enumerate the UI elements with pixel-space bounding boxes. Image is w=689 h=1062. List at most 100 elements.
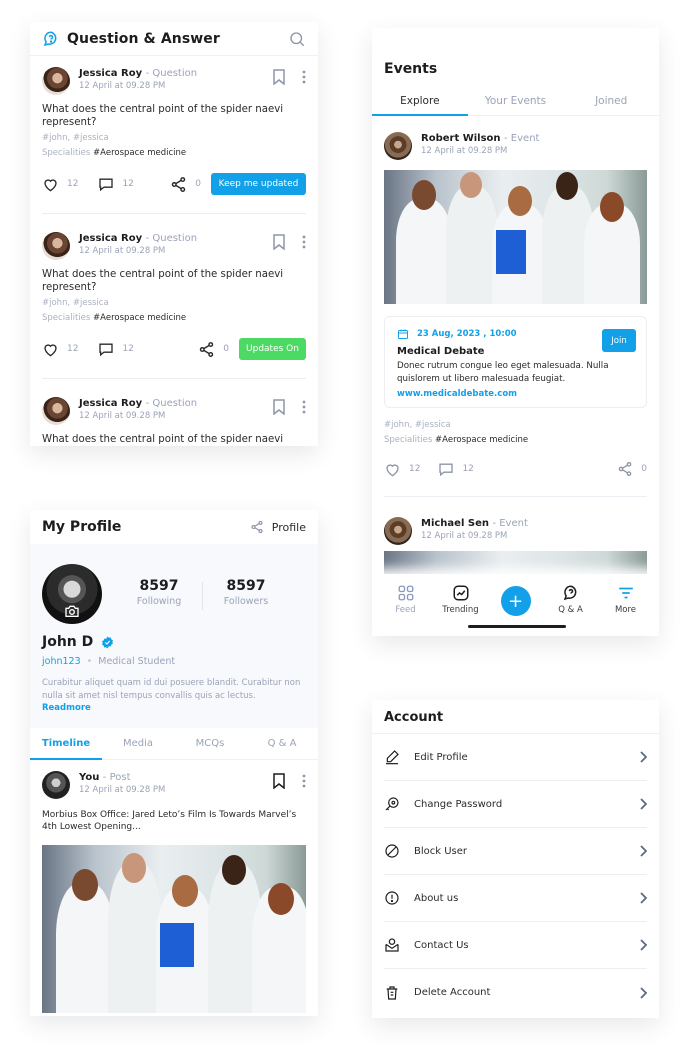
author-name[interactable]: Jessica Roy <box>79 68 142 79</box>
keep-me-updated-button[interactable]: Keep me updated <box>211 173 306 195</box>
profile-avatar[interactable] <box>42 564 102 624</box>
profile-info: 8597 Following 8597 Followers John D joh… <box>30 544 318 728</box>
comment-button[interactable]: 12 <box>98 177 134 192</box>
tab-joined[interactable]: Joined <box>563 90 659 115</box>
avatar[interactable] <box>42 232 70 260</box>
avatar[interactable] <box>42 397 70 425</box>
bookmark-icon[interactable] <box>272 234 286 250</box>
post-time: 12 April at 09.28 PM <box>79 81 166 91</box>
nav-add[interactable]: + <box>491 584 541 616</box>
profile-tabs: Timeline Media MCQs Q & A <box>30 728 318 760</box>
chevron-right-icon <box>639 845 647 857</box>
profile-handle[interactable]: john123 <box>42 656 81 667</box>
tab-timeline[interactable]: Timeline <box>30 728 102 760</box>
share-button[interactable]: 0 <box>617 461 647 477</box>
tab-your-events[interactable]: Your Events <box>468 90 564 115</box>
event-post: Robert Wilson - Event 12 April at 09.28 … <box>384 132 647 591</box>
speciality-value[interactable]: #Aerospace medicine <box>93 148 186 158</box>
comment-button[interactable]: 12 <box>98 342 134 357</box>
event-photo[interactable] <box>384 170 647 304</box>
account-item-delete-account[interactable]: Delete Account <box>384 969 647 1016</box>
speciality-value[interactable]: #Aerospace medicine <box>93 313 186 323</box>
more-vertical-icon[interactable] <box>302 774 306 788</box>
events-card: Events Explore Your Events Joined Robert… <box>372 28 659 636</box>
question-post: Jessica Roy - Question 12 April at 09.28… <box>30 214 318 379</box>
avatar[interactable] <box>42 771 70 799</box>
more-vertical-icon[interactable] <box>302 400 306 414</box>
post-kind: - Event <box>504 133 540 144</box>
join-button[interactable]: Join <box>602 329 636 352</box>
avatar[interactable] <box>384 517 412 545</box>
comment-count: 12 <box>462 464 474 474</box>
readmore-link[interactable]: Readmore <box>42 703 306 713</box>
more-vertical-icon[interactable] <box>302 70 306 84</box>
share-button[interactable]: 0 <box>198 341 229 358</box>
heart-icon <box>44 343 57 356</box>
tab-mcqs[interactable]: MCQs <box>174 728 246 759</box>
tab-explore[interactable]: Explore <box>372 90 468 116</box>
author-name[interactable]: Jessica Roy <box>79 233 142 244</box>
author-name[interactable]: You <box>79 772 99 783</box>
divider <box>202 582 203 610</box>
author-name[interactable]: Jessica Roy <box>79 398 142 409</box>
qa-title: Question & Answer <box>67 30 220 47</box>
nav-trending[interactable]: Trending <box>436 584 486 616</box>
account-item-edit-profile[interactable]: Edit Profile <box>384 734 647 781</box>
account-item-about-us[interactable]: About us <box>384 875 647 922</box>
avatar[interactable] <box>42 67 70 95</box>
author-name[interactable]: Michael Sen <box>421 518 489 529</box>
bookmark-icon[interactable] <box>272 69 286 85</box>
chevron-right-icon <box>639 892 647 904</box>
post-tags[interactable]: #john, #jessica <box>384 420 647 431</box>
account-item-block-user[interactable]: Block User <box>384 828 647 875</box>
post-kind: - Question <box>145 398 198 409</box>
author-name[interactable]: Robert Wilson <box>421 133 501 144</box>
plus-icon[interactable]: + <box>500 586 531 616</box>
question-text[interactable]: What does the central point of the spide… <box>42 433 306 446</box>
nav-qa[interactable]: Q & A <box>546 584 596 616</box>
speciality-value[interactable]: #Aerospace medicine <box>435 435 528 445</box>
share-profile-button[interactable]: Profile <box>250 520 306 534</box>
account-item-label: About us <box>414 892 459 904</box>
followers-stat[interactable]: 8597 Followers <box>207 578 285 610</box>
specialities-label: Specialities <box>42 148 91 158</box>
bookmark-icon[interactable] <box>272 399 286 415</box>
filter-icon <box>618 587 633 599</box>
nav-feed[interactable]: Feed <box>381 584 431 616</box>
post-tags[interactable]: #john, #jessica <box>42 298 306 309</box>
like-button[interactable]: 12 <box>42 342 78 357</box>
camera-icon[interactable] <box>64 604 80 618</box>
account-item-change-password[interactable]: Change Password <box>384 781 647 828</box>
bookmark-icon[interactable] <box>272 773 286 789</box>
like-button[interactable]: 12 <box>42 177 78 192</box>
info-icon <box>384 890 414 906</box>
comment-button[interactable]: 12 <box>438 462 474 477</box>
nav-more[interactable]: More <box>601 584 651 616</box>
followers-count: 8597 <box>226 578 266 594</box>
question-chat-icon <box>42 30 60 48</box>
post-time: 12 April at 09.28 PM <box>421 146 508 156</box>
profile-role: Medical Student <box>98 656 176 667</box>
post-time: 12 April at 09.28 PM <box>79 411 166 421</box>
nav-label: Feed <box>395 605 416 615</box>
tab-media[interactable]: Media <box>102 728 174 759</box>
avatar[interactable] <box>384 132 412 160</box>
followers-label: Followers <box>223 596 269 607</box>
account-item-label: Delete Account <box>414 987 491 998</box>
search-icon[interactable] <box>288 30 306 48</box>
account-item-contact-us[interactable]: Contact Us <box>384 922 647 969</box>
like-button[interactable]: 12 <box>384 462 420 477</box>
question-text[interactable]: What does the central point of the spide… <box>42 103 306 129</box>
chevron-right-icon <box>639 798 647 810</box>
tab-qa[interactable]: Q & A <box>246 728 318 759</box>
events-title: Events <box>384 61 438 77</box>
event-link[interactable]: www.medicaldebate.com <box>397 389 635 399</box>
question-text[interactable]: What does the central point of the spide… <box>42 268 306 294</box>
post-photo[interactable] <box>42 845 306 1013</box>
post-tags[interactable]: #john, #jessica <box>42 133 306 144</box>
more-vertical-icon[interactable] <box>302 235 306 249</box>
share-button[interactable]: 0 <box>170 176 201 193</box>
separator: • <box>86 656 93 667</box>
following-stat[interactable]: 8597 Following <box>120 578 198 610</box>
updates-on-button[interactable]: Updates On <box>239 338 306 360</box>
